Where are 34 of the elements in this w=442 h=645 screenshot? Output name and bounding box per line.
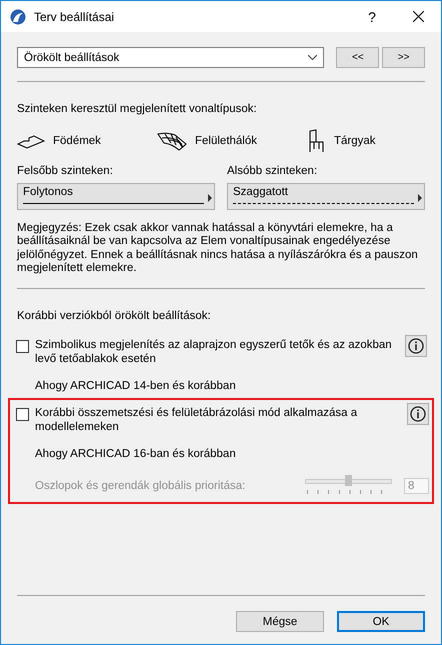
help-button[interactable]: ? [349,8,395,24]
window-title: Terv beállításai [34,10,116,24]
cancel-button[interactable]: Mégse [236,611,324,632]
info-icon [410,406,426,422]
previous-button[interactable]: << [336,47,380,68]
section-heading: Szinteken keresztül megjelenített vonaltípusok: [17,103,258,115]
checkbox[interactable] [16,408,29,422]
field-label: Alsóbb szinteken: [227,165,318,177]
line-type-selector[interactable]: Folytonos [17,183,215,210]
info-button[interactable] [407,403,429,426]
version-note: Ahogy ARCHICAD 14-ben és korábban [35,380,237,392]
category-label: Tárgyak [334,135,376,147]
section-heading: Korábbi verziókból örökölt beállítások: [17,310,212,322]
ok-button[interactable]: OK [337,611,425,632]
info-icon [408,338,424,354]
version-note: Ahogy ARCHICAD 16-ban és korábban [35,448,237,460]
mesh-icon [157,131,187,151]
preset-dropdown[interactable]: Örökölt beállítások [17,47,324,68]
note-text: Megjegyzés: Ezek csak akkor vannak hatással a könyvtári elemekre, ha a beállításaiknál be van kapcsolva az Elem vonaltípusainak engedélyezése jelölőnégyzet. Ennek a beállításnak nincs hatása a nyílászárókra és a pauszon megjelenített elemekre. [17,222,419,276]
checkbox[interactable] [16,340,29,354]
category-label: Födémek [53,135,101,147]
chair-icon [308,129,326,153]
slab-icon [17,133,45,149]
chevron-down-icon [308,55,318,60]
category-label: Felülethálók [195,135,258,147]
checkbox-label[interactable]: Korábbi összemetszési és felületábrázolási mód alkalmazása a modellelemeken [35,406,401,434]
line-type-selector[interactable]: Szaggatott [227,183,425,210]
app-logo-icon [10,8,26,24]
close-icon [412,11,424,22]
info-button[interactable] [405,335,427,358]
slider-label: Oszlopok és gerendák globális prioritása: [35,480,246,492]
checkbox-label[interactable]: Szimbolikus megjelenítés az alaprajzon egyszerű tetők és az azokban levő tetőablakok esetén [35,338,399,366]
next-button[interactable]: >> [382,47,425,68]
field-label: Felsőbb szinteken: [17,165,114,177]
